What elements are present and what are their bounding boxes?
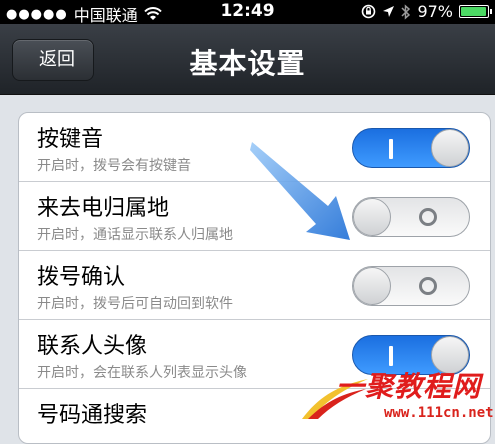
page-title: 基本设置 xyxy=(189,47,306,80)
setting-description: 开启时，拨号会有按键音 xyxy=(37,158,191,174)
toggle-switch[interactable] xyxy=(352,128,470,168)
location-icon xyxy=(383,6,395,17)
setting-label: 拨号确认 xyxy=(37,265,126,290)
bluetooth-icon xyxy=(401,3,411,20)
setting-description: 开启时，拨号后可自动回到软件 xyxy=(37,296,233,312)
settings-row[interactable]: 拨号确认开启时，拨号后可自动回到软件 xyxy=(19,251,490,320)
annotation-arrow-icon xyxy=(250,142,350,240)
status-bar: ●●●●● 中国联通 12:49 97% xyxy=(0,0,495,25)
watermark-logo: 一聚教程网 www.111cn.net xyxy=(300,365,495,432)
toggle-switch[interactable] xyxy=(352,197,470,237)
watermark-text: 一聚教程网 xyxy=(336,370,482,403)
setting-label: 来去电归属地 xyxy=(37,196,170,221)
toggle-knob xyxy=(431,129,469,167)
toggle-off-mark-icon xyxy=(419,277,437,295)
navigation-bar: 返回 基本设置 xyxy=(0,24,495,95)
toggle-switch[interactable] xyxy=(352,266,470,306)
setting-description: 开启时，会在联系人列表显示头像 xyxy=(37,365,247,381)
battery-icon xyxy=(459,5,492,18)
battery-level-fill xyxy=(461,7,487,16)
setting-label: 号码通搜索 xyxy=(37,403,148,428)
toggle-on-mark-icon xyxy=(389,139,393,159)
status-right: 97% xyxy=(361,2,492,21)
setting-label: 联系人头像 xyxy=(37,334,148,359)
battery-percent: 97% xyxy=(417,2,453,21)
setting-label: 按键音 xyxy=(37,127,104,152)
toggle-off-mark-icon xyxy=(419,208,437,226)
toggle-knob xyxy=(353,267,391,305)
watermark-url: www.111cn.net xyxy=(384,405,494,421)
setting-description: 开启时，通话显示联系人归属地 xyxy=(37,227,233,243)
rotation-lock-icon xyxy=(362,4,376,19)
toggle-on-mark-icon xyxy=(389,346,393,366)
